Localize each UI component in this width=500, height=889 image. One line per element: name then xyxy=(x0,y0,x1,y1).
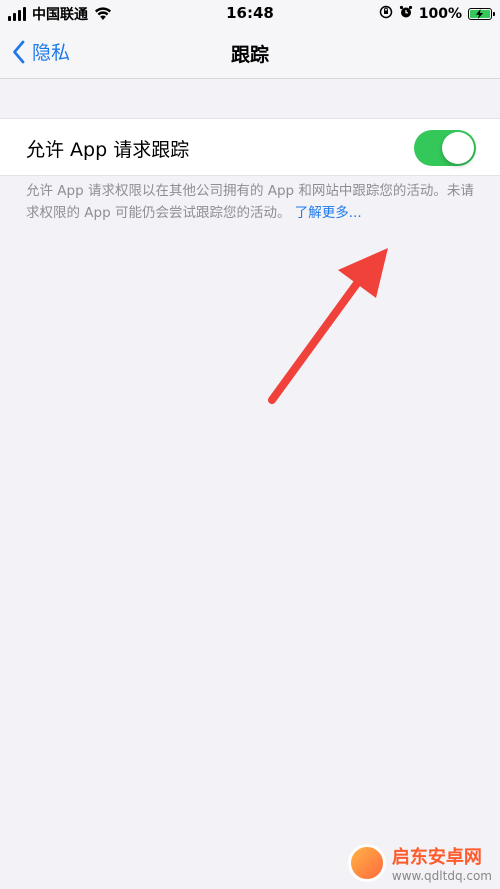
watermark-title: 启东安卓网 xyxy=(391,847,482,868)
watermark: 启东安卓网 www.qdltdq.com xyxy=(347,843,492,883)
red-arrow-annotation xyxy=(268,248,388,404)
watermark-url: www.qdltdq.com xyxy=(391,869,492,883)
watermark-logo-icon xyxy=(347,844,386,882)
